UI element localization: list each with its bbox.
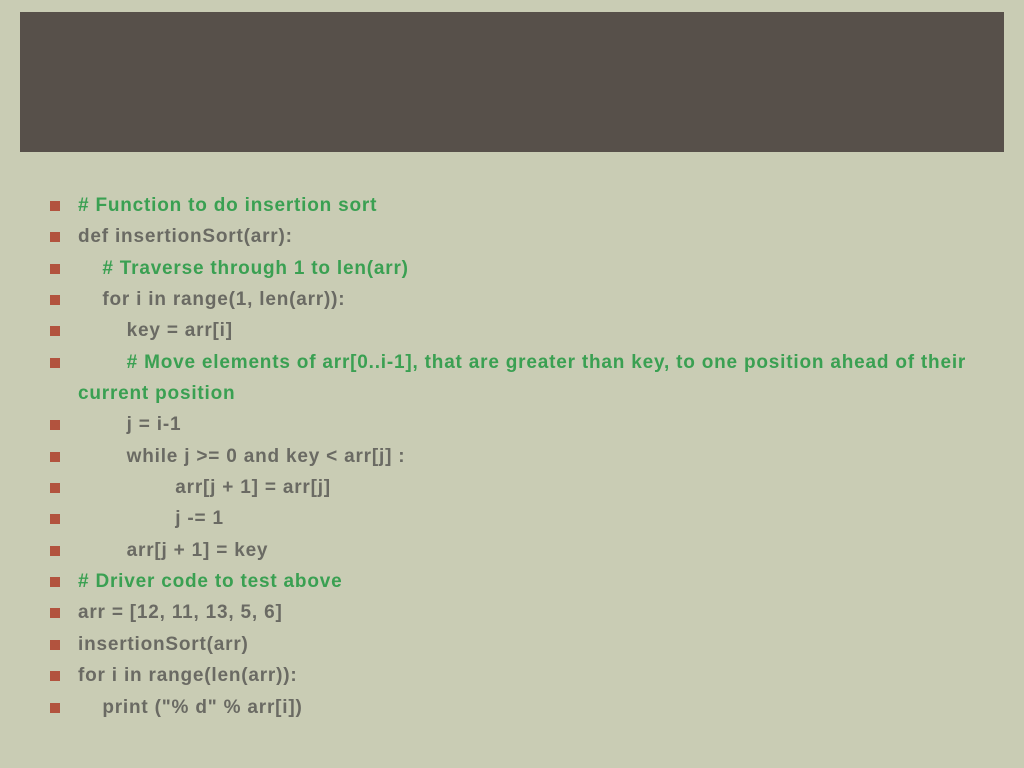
code-line: print ("% d" % arr[i]) <box>50 692 984 723</box>
code-text: # Function to do insertion sort <box>78 190 377 221</box>
code-text: arr[j + 1] = key <box>78 535 268 566</box>
square-bullet-icon <box>50 546 60 556</box>
code-text: for i in range(len(arr)): <box>78 660 298 691</box>
code-line: arr[j + 1] = key <box>50 535 984 566</box>
code-text: key = arr[i] <box>78 315 233 346</box>
code-content: # Function to do insertion sortdef inser… <box>50 190 984 723</box>
code-text: while j >= 0 and key < arr[j] : <box>78 441 405 472</box>
square-bullet-icon <box>50 420 60 430</box>
square-bullet-icon <box>50 326 60 336</box>
code-line: arr[j + 1] = arr[j] <box>50 472 984 503</box>
code-text: # Traverse through 1 to len(arr) <box>78 253 409 284</box>
square-bullet-icon <box>50 514 60 524</box>
slide: # Function to do insertion sortdef inser… <box>0 0 1024 768</box>
code-text: # Move elements of arr[0..i-1], that are… <box>78 347 984 410</box>
code-line: # Traverse through 1 to len(arr) <box>50 253 984 284</box>
code-line: key = arr[i] <box>50 315 984 346</box>
code-line: while j >= 0 and key < arr[j] : <box>50 441 984 472</box>
code-line: insertionSort(arr) <box>50 629 984 660</box>
code-text: insertionSort(arr) <box>78 629 249 660</box>
code-text: arr[j + 1] = arr[j] <box>78 472 331 503</box>
code-line: j = i-1 <box>50 409 984 440</box>
code-text: for i in range(1, len(arr)): <box>78 284 345 315</box>
square-bullet-icon <box>50 201 60 211</box>
code-text: j -= 1 <box>78 503 224 534</box>
square-bullet-icon <box>50 452 60 462</box>
code-line: # Move elements of arr[0..i-1], that are… <box>50 347 984 410</box>
code-line: # Function to do insertion sort <box>50 190 984 221</box>
square-bullet-icon <box>50 232 60 242</box>
square-bullet-icon <box>50 577 60 587</box>
code-text: j = i-1 <box>78 409 181 440</box>
square-bullet-icon <box>50 264 60 274</box>
code-line: # Driver code to test above <box>50 566 984 597</box>
square-bullet-icon <box>50 640 60 650</box>
square-bullet-icon <box>50 608 60 618</box>
code-line: arr = [12, 11, 13, 5, 6] <box>50 597 984 628</box>
code-text: print ("% d" % arr[i]) <box>78 692 303 723</box>
code-line: for i in range(len(arr)): <box>50 660 984 691</box>
square-bullet-icon <box>50 358 60 368</box>
square-bullet-icon <box>50 295 60 305</box>
code-text: arr = [12, 11, 13, 5, 6] <box>78 597 283 628</box>
square-bullet-icon <box>50 483 60 493</box>
code-line: j -= 1 <box>50 503 984 534</box>
header-band <box>20 12 1004 152</box>
code-line: def insertionSort(arr): <box>50 221 984 252</box>
code-line: for i in range(1, len(arr)): <box>50 284 984 315</box>
code-text: def insertionSort(arr): <box>78 221 293 252</box>
code-text: # Driver code to test above <box>78 566 342 597</box>
square-bullet-icon <box>50 671 60 681</box>
square-bullet-icon <box>50 703 60 713</box>
